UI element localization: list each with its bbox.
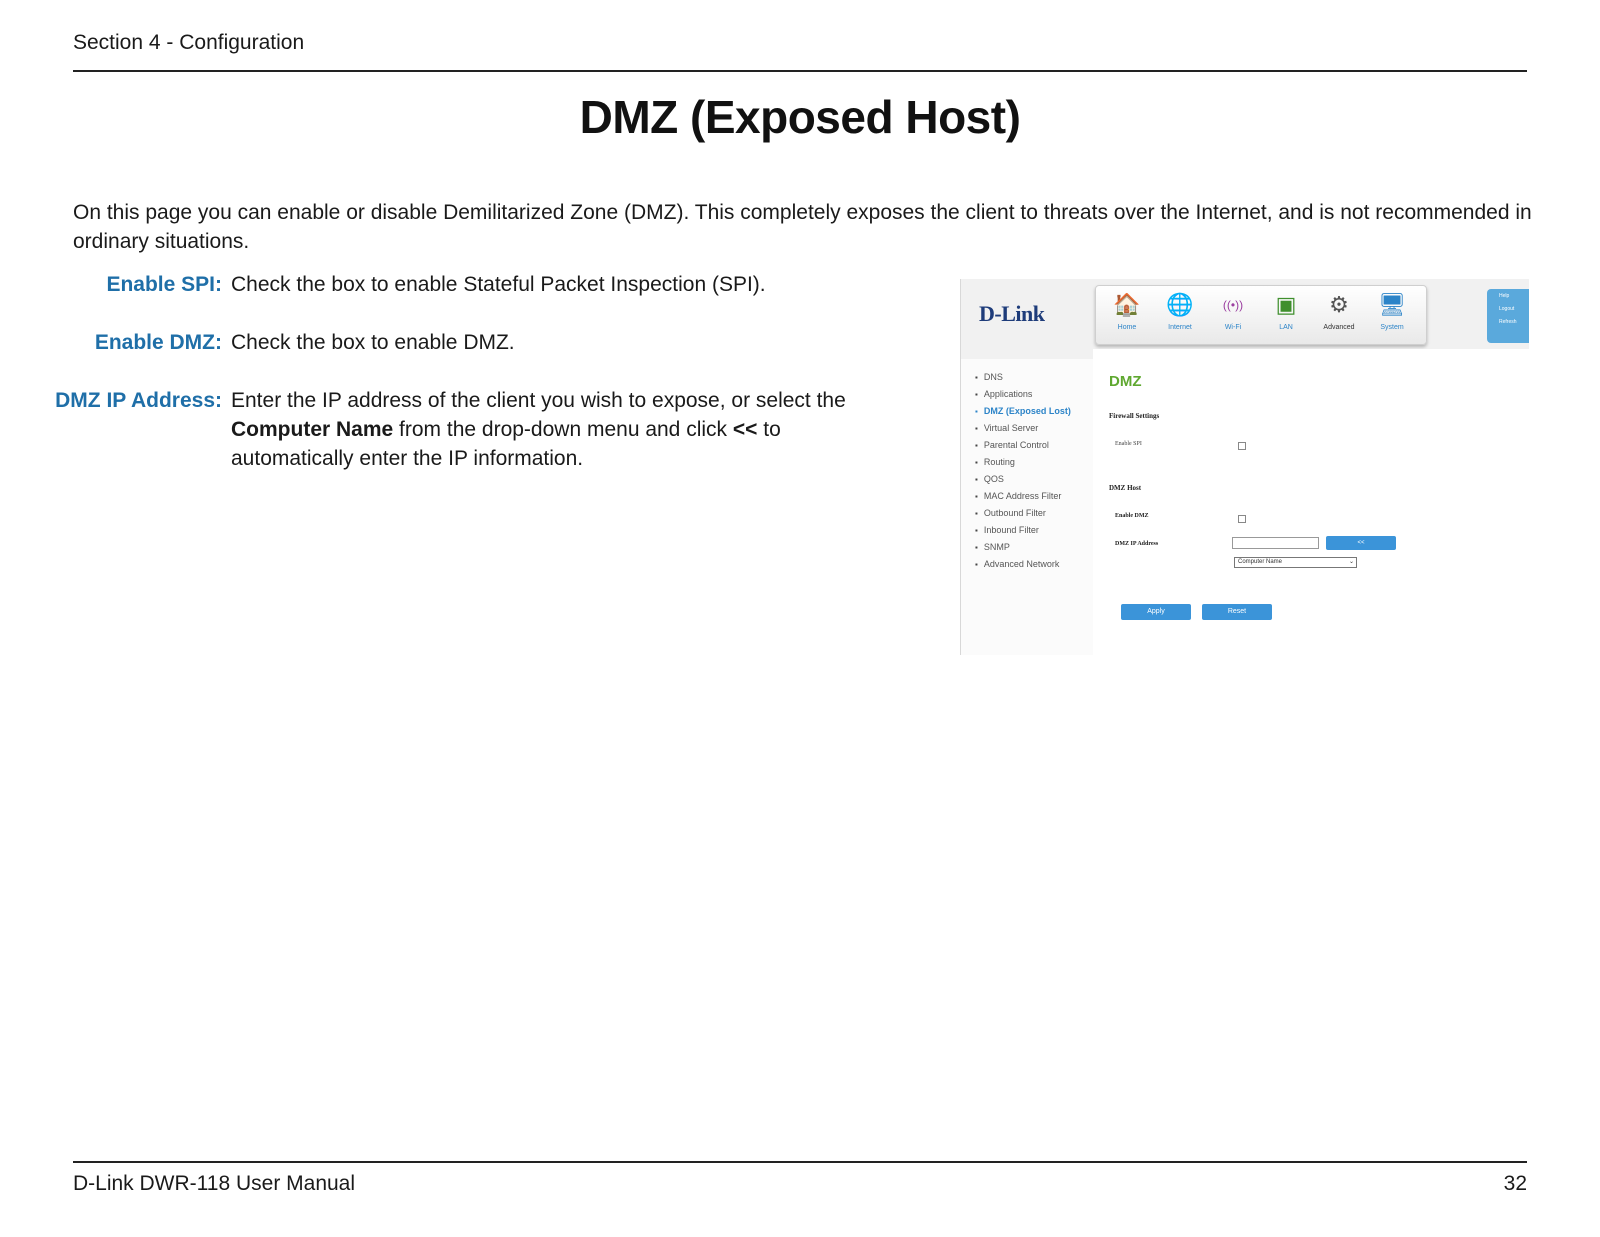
firewall-settings-heading: Firewall Settings — [1109, 412, 1160, 420]
intro-paragraph: On this page you can enable or disable D… — [73, 201, 1532, 253]
help-panel: Help Logout Refresh — [1487, 289, 1529, 343]
enable-dmz-label: Enable DMZ — [1115, 513, 1149, 519]
side-menu-item[interactable]: Parental Control — [975, 437, 1071, 454]
side-menu-item[interactable]: Virtual Server — [975, 420, 1071, 437]
nav-item-label: Internet — [1168, 324, 1192, 331]
copy-ip-button[interactable]: << — [1326, 536, 1396, 550]
reset-button[interactable]: Reset — [1202, 604, 1272, 620]
nav-item-system[interactable]: 🖥 System — [1367, 290, 1417, 331]
chevron-down-icon: ⌄ — [1348, 559, 1354, 565]
system-icon: 🖥 — [1378, 292, 1406, 317]
nav-item-label: Wi-Fi — [1224, 324, 1242, 331]
nav-item-advanced[interactable]: ⚙ Advanced — [1314, 290, 1364, 331]
dlink-logo: D-Link — [979, 301, 1045, 326]
footer-page-number: 32 — [1503, 1172, 1527, 1195]
enable-spi-checkbox[interactable] — [1238, 442, 1246, 450]
router-side-menu: DNSApplicationsDMZ (Exposed Lost)Virtual… — [975, 369, 1071, 573]
computer-name-select[interactable]: Computer Name ⌄ — [1234, 557, 1357, 568]
dmz-host-heading: DMZ Host — [1109, 484, 1142, 492]
nav-item-label: Advanced — [1323, 324, 1355, 331]
desc-bold-computer-name: Computer Name — [231, 418, 394, 441]
nav-item-internet[interactable]: 🌐 Internet — [1155, 290, 1205, 331]
side-menu-item[interactable]: Inbound Filter — [975, 522, 1071, 539]
desc-text: from the drop-down menu and click — [393, 418, 733, 441]
definition-term: Enable SPI: — [106, 273, 222, 296]
router-header: D-Link 🏠 Home 🌐 Internet ((•)) Wi-Fi ▣ LAN ⚙ Adva… — [961, 279, 1529, 359]
advanced-icon: ⚙ — [1329, 292, 1349, 317]
side-menu-item[interactable]: Advanced Network — [975, 556, 1071, 573]
nav-item-wi-fi[interactable]: ((•)) Wi-Fi — [1208, 290, 1258, 331]
definition-term: DMZ IP Address: — [55, 389, 222, 412]
nav-item-lan[interactable]: ▣ LAN — [1261, 290, 1311, 331]
nav-item-label: Home — [1117, 324, 1137, 331]
nav-item-label: LAN — [1279, 324, 1293, 331]
dmz-ip-label: DMZ IP Address — [1115, 541, 1159, 547]
side-menu-item[interactable]: DNS — [975, 369, 1071, 386]
side-menu-item[interactable]: Applications — [975, 386, 1071, 403]
page-title: DMZ (Exposed Host) — [579, 91, 1021, 143]
home-icon: 🏠 — [1113, 292, 1141, 317]
enable-dmz-checkbox[interactable] — [1238, 515, 1246, 523]
definition-term: Enable DMZ: — [94, 331, 222, 354]
side-menu-item[interactable]: SNMP — [975, 539, 1071, 556]
top-rule — [73, 70, 1527, 72]
select-value: Computer Name — [1238, 559, 1283, 565]
help-link-logout[interactable]: Logout — [1487, 302, 1529, 315]
side-menu-item[interactable]: Outbound Filter — [975, 505, 1071, 522]
bottom-rule — [73, 1161, 1527, 1163]
definition-desc: Check the box to enable DMZ. — [231, 331, 515, 354]
nav-item-label: System — [1380, 324, 1404, 331]
definition-desc: Enter the IP address of the client you w… — [231, 386, 891, 473]
definition-desc: Check the box to enable Stateful Packet … — [231, 273, 766, 296]
globe-icon: 🌐 — [1166, 292, 1194, 317]
content-title: DMZ — [1109, 373, 1142, 390]
apply-button[interactable]: Apply — [1121, 604, 1191, 620]
footer-manual-title: D-Link DWR-118 User Manual — [73, 1172, 356, 1195]
dmz-ip-input[interactable] — [1232, 537, 1319, 549]
side-menu-item[interactable]: Routing — [975, 454, 1071, 471]
help-link-help[interactable]: Help — [1487, 289, 1529, 302]
help-link-refresh[interactable]: Refresh — [1487, 315, 1529, 328]
router-screenshot: D-Link 🏠 Home 🌐 Internet ((•)) Wi-Fi ▣ LAN ⚙ Adva… — [960, 279, 1529, 655]
side-menu-item[interactable]: MAC Address Filter — [975, 488, 1071, 505]
wifi-icon: ((•)) — [1222, 298, 1244, 312]
side-menu-item[interactable]: QOS — [975, 471, 1071, 488]
desc-bold-arrow: << — [732, 418, 758, 441]
lan-icon: ▣ — [1275, 292, 1297, 317]
side-menu-item[interactable]: DMZ (Exposed Lost) — [975, 403, 1071, 420]
router-navbar: 🏠 Home 🌐 Internet ((•)) Wi-Fi ▣ LAN ⚙ Advanced 🖥 Sy… — [1095, 285, 1427, 345]
enable-spi-label: Enable SPI — [1115, 441, 1142, 447]
desc-text: Enter the IP address of the client you w… — [231, 389, 846, 412]
router-content: DMZ Firewall Settings Enable SPI DMZ Hos… — [1093, 349, 1529, 655]
section-label: Section 4 - Configuration — [73, 31, 305, 54]
nav-item-home[interactable]: 🏠 Home — [1102, 290, 1152, 331]
